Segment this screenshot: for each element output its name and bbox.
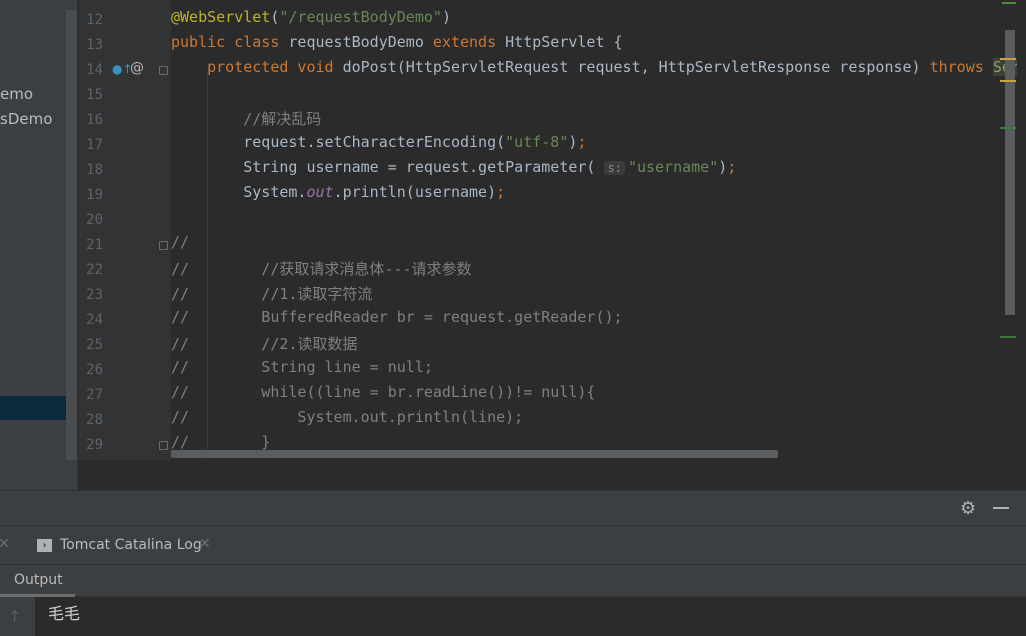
line-number: 13 [86,37,103,53]
code-token: // //获取请求消息体---请求参数 [171,260,472,278]
project-scrollbar[interactable] [66,10,77,460]
code-token: extends [432,33,506,51]
code-token: protected void [207,58,343,76]
code-token: "utf-8" [505,133,569,151]
close-icon[interactable]: ✕ [0,536,10,552]
code-token: HttpServlet { [505,33,623,51]
code-token: // System.out.println(line); [171,408,524,426]
code-line[interactable]: request.setCharacterEncoding("utf-8"); [171,133,586,158]
line-number: 23 [86,287,103,303]
code-token: // } [171,433,271,451]
code-line[interactable]: //解决乱码 [171,108,321,133]
output-header: Output [0,565,1026,597]
fold-icon[interactable] [159,241,168,250]
code-line[interactable]: // BufferedReader br = request.getReader… [171,308,623,333]
line-number: 28 [86,412,103,428]
code-line[interactable]: @WebServlet("/requestBodyDemo") [171,8,451,33]
code-line[interactable]: // String line = null; [171,358,433,383]
close-icon[interactable]: ✕ [199,536,211,552]
fold-icon[interactable] [159,66,168,75]
code-token: // while((line = br.readLine())!= null){ [171,383,596,401]
line-number: 25 [86,337,103,353]
tool-tabs: ✕ › Tomcat Catalina Log ✕ [0,526,1026,565]
code-token: request.setCharacterEncoding( [171,133,506,151]
editor-horizontal-scrollbar[interactable] [171,450,778,458]
code-token: String username = request.getParameter( [171,158,605,176]
tool-window-header: ⚙ [0,490,1026,526]
fold-icon[interactable] [159,441,168,450]
console-toolbar: ↑ [0,597,35,636]
console-output: 毛毛 [48,604,81,623]
code-token: // [171,233,190,251]
minimize-icon[interactable] [993,507,1009,509]
code-token: out [306,183,334,201]
project-item[interactable]: sDemo [0,107,52,131]
line-number: 16 [86,112,103,128]
code-line[interactable]: // [171,233,189,258]
console[interactable]: ↑ 毛毛 [0,597,1026,636]
code-line[interactable]: // //获取请求消息体---请求参数 [171,258,471,283]
marker [1000,80,1016,82]
code-token: throws [929,58,993,76]
selected-project-item[interactable] [0,396,66,420]
code-editor[interactable]: @WebServlet("/requestBodyDemo") public cl… [171,0,1017,460]
code-token: ; [577,133,587,151]
code-line[interactable]: // //1.读取字符流 [171,283,372,308]
editor-vertical-scrollbar[interactable] [1005,30,1015,315]
code-token: // BufferedReader br = request.getReader… [171,308,623,326]
line-number: 21 [86,237,103,253]
line-number: 12 [86,12,103,28]
line-number: 26 [86,362,103,378]
code-token: @WebServlet [171,8,271,26]
line-number: 18 [86,162,103,178]
line-number: 20 [86,212,103,228]
code-token: ; [496,183,506,201]
code-token: public class [171,33,289,51]
editor-gutter: 12 13 14 15 16 17 18 19 20 21 22 23 24 25 26 27 28 29 ●↑ @ [79,0,171,460]
line-number: 15 [86,87,103,103]
code-line[interactable]: public class requestBodyDemo extends Htt… [171,33,623,58]
code-token: .println(username) [333,183,497,201]
code-line[interactable]: // System.out.println(line); [171,408,523,433]
code-token: System. [171,183,307,201]
code-token: ) [718,158,728,176]
line-number: 27 [86,387,103,403]
annotation-icon[interactable]: @ [130,60,144,76]
code-token: ) [441,8,451,26]
marker [1000,127,1016,129]
line-number: 17 [86,137,103,153]
editor-empty-area [79,460,1026,490]
code-token: //解决乱码 [171,110,322,128]
marker [1002,2,1016,4]
tab-tomcat-catalina-log[interactable]: Tomcat Catalina Log [60,537,202,553]
code-token: requestBodyDemo [288,33,433,51]
code-line[interactable]: protected void doPost(HttpServletRequest… [171,58,1017,83]
code-token: // String line = null; [171,358,433,376]
code-token: doPost(HttpServletRequest request, HttpS… [342,58,930,76]
code-line[interactable]: // //2.读取数据 [171,333,357,358]
line-number: 24 [86,312,103,328]
code-token: ; [727,158,737,176]
code-line[interactable]: String username = request.getParameter( … [171,158,736,183]
tab-output[interactable]: Output [14,572,63,588]
marker [1000,336,1016,338]
line-number: 22 [86,262,103,278]
console-icon: › [37,539,52,552]
line-number: 19 [86,187,103,203]
marker [1000,58,1016,60]
project-panel: emo sDemo [0,0,78,490]
code-token: // //2.读取数据 [171,335,358,353]
gear-icon[interactable]: ⚙ [960,498,976,519]
code-token: s: [604,161,625,175]
code-line[interactable]: System.out.println(username); [171,183,505,208]
line-number: 14 [86,62,103,78]
code-token: "username" [627,158,719,176]
project-item[interactable]: emo [0,82,33,106]
code-line[interactable]: // while((line = br.readLine())!= null){ [171,383,595,408]
code-token: // //1.读取字符流 [171,285,373,303]
arrow-up-icon[interactable]: ↑ [8,607,21,626]
line-number: 29 [86,437,103,453]
code-token: "/requestBodyDemo" [279,8,442,26]
